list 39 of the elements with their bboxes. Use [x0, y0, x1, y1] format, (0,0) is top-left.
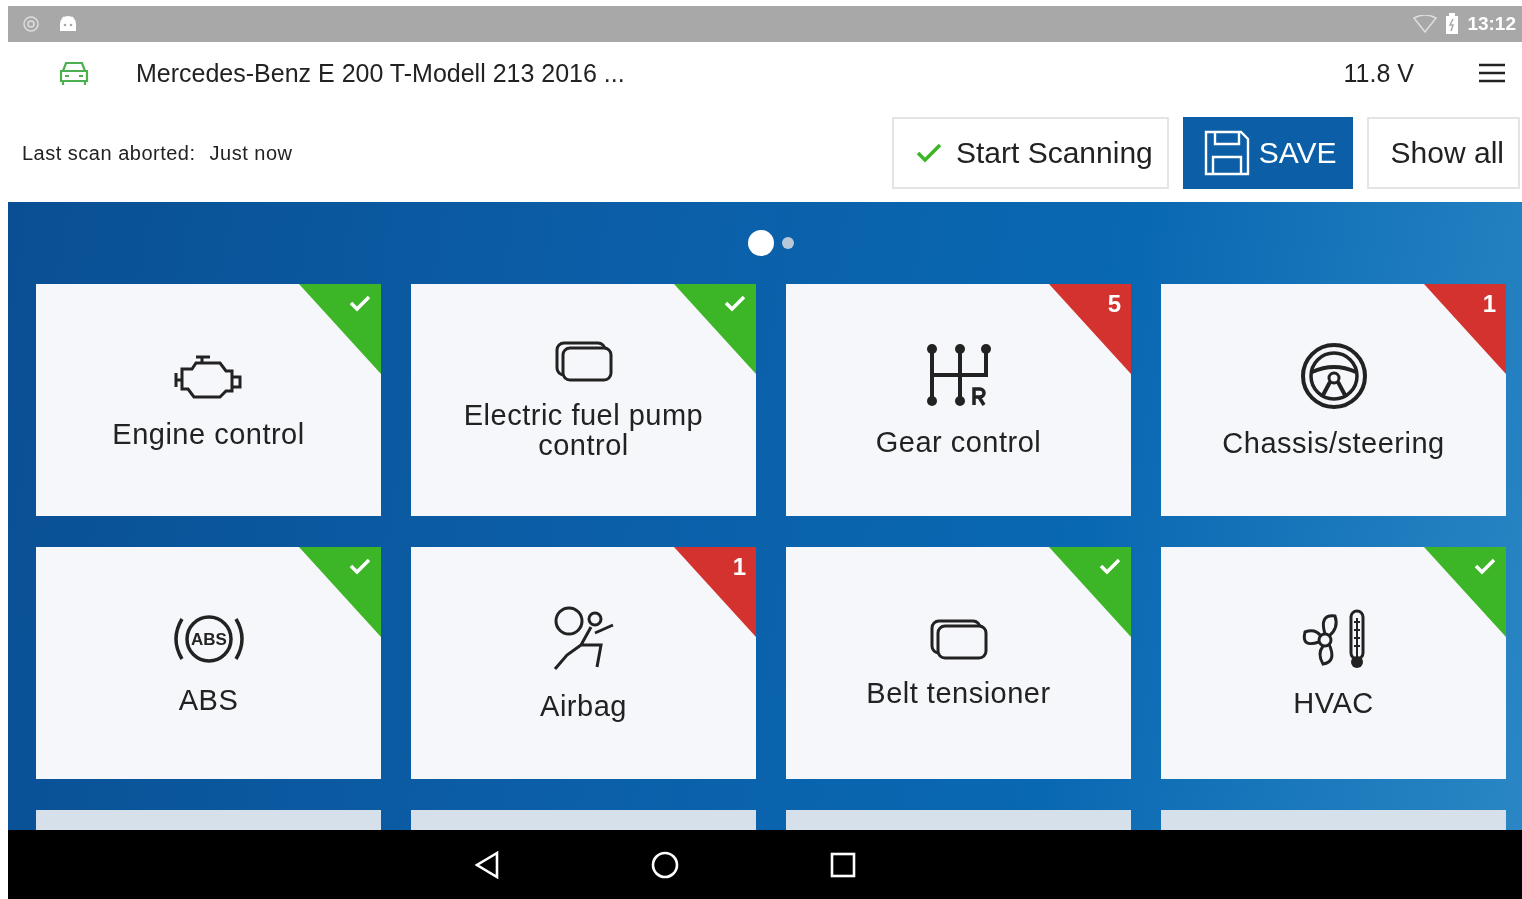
- wifi-icon: [1413, 15, 1438, 33]
- rectangles-icon: [928, 618, 989, 660]
- check-icon: [1474, 557, 1496, 575]
- system-tile[interactable]: Airbag 1: [411, 547, 756, 779]
- show-all-button[interactable]: Show all: [1366, 117, 1520, 189]
- start-scanning-button[interactable]: Start Scanning: [892, 117, 1169, 189]
- back-icon[interactable]: [474, 850, 500, 879]
- save-button[interactable]: SAVE: [1182, 117, 1353, 189]
- rectangles-icon: [553, 340, 614, 382]
- check-icon: [349, 294, 371, 312]
- battery-icon: [1445, 13, 1460, 35]
- home-icon[interactable]: [650, 849, 680, 880]
- page-indicator-dot[interactable]: [782, 237, 794, 249]
- steering-wheel-icon: [1299, 342, 1368, 410]
- check-icon: [349, 557, 371, 575]
- battery-voltage: 11.8 V: [1343, 58, 1414, 88]
- system-tile[interactable]: Chassis/steering 1: [1161, 284, 1506, 516]
- scan-status-label: Last scan aborted:: [22, 141, 196, 165]
- check-icon: [916, 143, 942, 163]
- android-icon: [58, 15, 78, 33]
- check-icon: [1099, 557, 1121, 575]
- page-indicator-dot[interactable]: [748, 230, 774, 256]
- recents-icon[interactable]: [830, 851, 856, 878]
- system-tile[interactable]: Electric fuel pump control: [411, 284, 756, 516]
- system-tile[interactable]: Engine control: [36, 284, 381, 516]
- system-tile[interactable]: HVAC: [1161, 547, 1506, 779]
- fault-count: 1: [1482, 290, 1496, 318]
- system-tile[interactable]: Gear control 5: [786, 284, 1131, 516]
- menu-icon[interactable]: [1478, 62, 1506, 84]
- gear-icon: [22, 15, 40, 33]
- scan-status-value: Just now: [209, 141, 293, 165]
- fault-count: 5: [1107, 290, 1121, 318]
- vehicle-title: Mercedes-Benz E 200 T-Modell 213 2016 ...: [136, 58, 625, 88]
- fault-count: 1: [732, 553, 746, 581]
- system-tile[interactable]: Belt tensioner: [786, 547, 1131, 779]
- car-icon: [58, 59, 90, 87]
- system-tile[interactable]: ABS ABS: [36, 547, 381, 779]
- status-time: 13:12: [1467, 13, 1516, 35]
- check-icon: [724, 294, 746, 312]
